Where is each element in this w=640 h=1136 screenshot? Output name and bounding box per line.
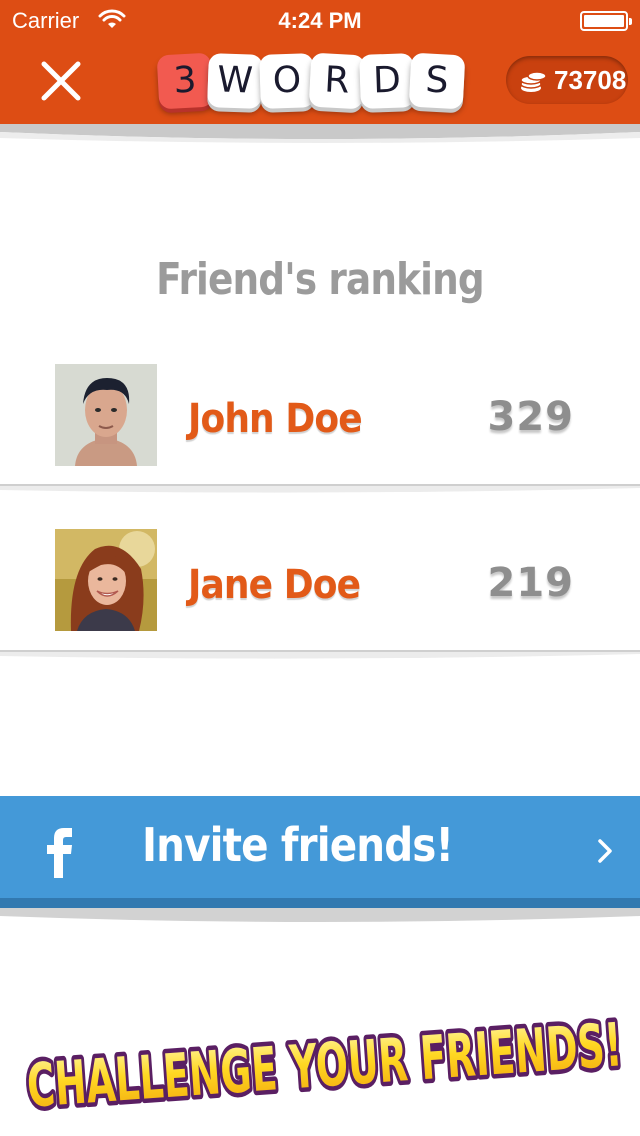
friend-score: 219 [487,560,574,606]
logo-tile: O [259,53,315,109]
invite-friends-button[interactable]: Invite friends! [0,796,640,908]
challenge-banner: CHALLENGE YOUR FRIENDS! [18,1000,630,1118]
logo-tile: D [359,53,415,109]
app-logo: 3 W O R D S [156,50,466,112]
friend-name: Jane Doe [188,562,361,608]
chevron-right-icon [598,839,612,863]
avatar [55,529,157,631]
coins-balance[interactable]: 73708 [506,56,628,104]
close-icon [41,61,81,101]
ranking-title: Friend's ranking [156,254,485,305]
banner-text: CHALLENGE YOUR FRIENDS! [25,1010,624,1118]
battery-icon [580,11,632,31]
coins-icon [518,66,548,96]
header-shadow-curve [0,124,640,143]
friend-row[interactable]: John Doe 329 [0,350,640,482]
friend-score: 329 [487,394,574,440]
close-button[interactable] [36,56,86,106]
invite-shadow [0,908,640,922]
row-divider [0,650,640,659]
app-header: Carrier 4:24 PM 3 W O R D S 73708 [0,0,640,128]
friend-name: John Doe [188,396,363,442]
logo-tile: W [207,53,263,109]
coins-count: 73708 [554,65,627,95]
row-divider [0,484,640,493]
logo-tile: S [408,52,466,110]
avatar [55,364,157,466]
logo-tile: R [308,52,366,110]
facebook-icon [47,828,72,878]
invite-label: Invite friends! [142,818,454,872]
friend-row[interactable]: Jane Doe 219 [0,516,640,648]
clock: 4:24 PM [278,8,362,33]
logo-tile: 3 [156,52,214,110]
status-bar: Carrier 4:24 PM [0,0,640,40]
